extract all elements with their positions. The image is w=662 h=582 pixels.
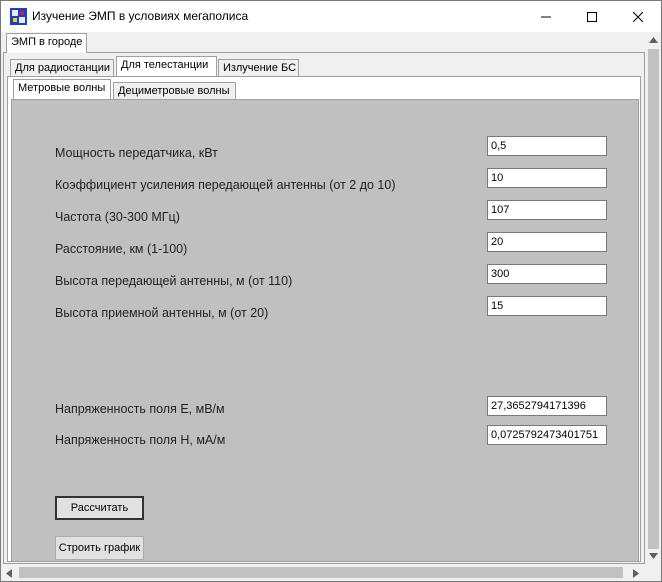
rx-antenna-height-input[interactable] bbox=[487, 296, 607, 316]
app-window: Изучение ЭМП в условиях мегаполиса ЭМП в… bbox=[0, 0, 662, 582]
horizontal-scrollbar[interactable] bbox=[1, 564, 646, 581]
close-icon bbox=[633, 11, 643, 22]
plot-graph-button[interactable]: Строить график bbox=[55, 536, 144, 560]
h-field-label: Напряженность поля H, мА/м bbox=[55, 433, 226, 447]
gain-label: Коэффициент усиления передающей антенны … bbox=[55, 178, 396, 192]
client-area: ЭМП в городе Для радиостанции Для телест… bbox=[1, 32, 661, 581]
maximize-button[interactable] bbox=[569, 1, 615, 32]
tab-decimeter-waves[interactable]: Дециметровые волны bbox=[113, 82, 236, 100]
scroll-up-icon[interactable] bbox=[649, 37, 658, 43]
close-button[interactable] bbox=[615, 1, 661, 32]
tx-antenna-height-input[interactable] bbox=[487, 264, 607, 284]
power-label: Мощность передатчика, кВт bbox=[55, 146, 218, 160]
scrollbar-corner bbox=[646, 564, 661, 581]
minimize-button[interactable] bbox=[523, 1, 569, 32]
tab-meter-waves[interactable]: Метровые волны bbox=[13, 79, 111, 99]
frequency-input[interactable] bbox=[487, 200, 607, 220]
power-input[interactable] bbox=[487, 136, 607, 156]
h-field-output[interactable] bbox=[487, 425, 607, 445]
rx-antenna-height-label: Высота приемной антенны, м (от 20) bbox=[55, 306, 269, 320]
title-bar[interactable]: Изучение ЭМП в условиях мегаполиса bbox=[1, 1, 661, 32]
app-icon bbox=[10, 8, 27, 25]
tab-tv-station[interactable]: Для телестанции bbox=[116, 56, 217, 76]
scroll-down-icon[interactable] bbox=[649, 553, 658, 559]
tab-emp-in-city[interactable]: ЭМП в городе bbox=[6, 33, 88, 53]
horizontal-scroll-thumb[interactable] bbox=[19, 567, 623, 578]
distance-label: Расстояние, км (1-100) bbox=[55, 242, 188, 256]
vertical-scroll-thumb[interactable] bbox=[648, 49, 659, 549]
e-field-output[interactable] bbox=[487, 396, 607, 416]
scroll-right-icon[interactable] bbox=[633, 569, 639, 578]
minimize-icon bbox=[541, 16, 551, 17]
tab-bs-radiation[interactable]: Излучение БС bbox=[218, 59, 299, 77]
e-field-label: Напряженность поля E, мВ/м bbox=[55, 402, 225, 416]
tx-antenna-height-label: Высота передающей антенны, м (от 110) bbox=[55, 274, 293, 288]
calculate-button[interactable]: Рассчитать bbox=[55, 496, 144, 520]
scroll-left-icon[interactable] bbox=[6, 569, 12, 578]
maximize-icon bbox=[587, 11, 597, 22]
distance-input[interactable] bbox=[487, 232, 607, 252]
tab-radio-station[interactable]: Для радиостанции bbox=[10, 59, 114, 77]
window-title: Изучение ЭМП в условиях мегаполиса bbox=[32, 9, 249, 23]
frequency-label: Частота (30-300 МГц) bbox=[55, 210, 180, 224]
tab-panel-meter-waves: Мощность передатчика, кВт Коэффициент ус… bbox=[11, 99, 639, 562]
vertical-scrollbar[interactable] bbox=[646, 32, 661, 564]
gain-input[interactable] bbox=[487, 168, 607, 188]
